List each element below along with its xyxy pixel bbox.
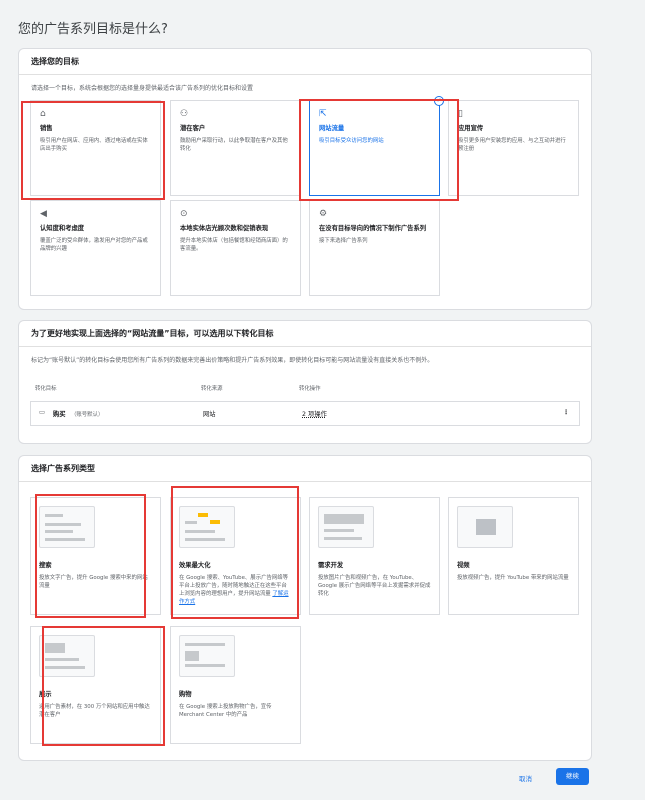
campaign-search[interactable]: 搜索 投放文字广告，提升 Google 搜索中来的网站流量: [30, 497, 161, 615]
campaign-desc: 在 Google 搜索、YouTube、展示广告网络等平台上投放广告，随时随地触…: [179, 574, 292, 606]
campaign-title: 视频: [457, 562, 470, 569]
pmax-illustration: [179, 506, 235, 548]
goal-sales[interactable]: ⌂ 销售 吸引用户在网店、应用内、通过电话或在实体店出手购买: [30, 100, 161, 196]
display-illustration: [39, 635, 95, 677]
campaign-performance-max[interactable]: 效果最大化 在 Google 搜索、YouTube、展示广告网络等平台上投放广告…: [170, 497, 301, 615]
play-icon: [476, 519, 496, 535]
table-row: ▭ 购买 （账号默认） 网站 2 项操作 ⋮: [30, 401, 580, 426]
shopping-illustration: [179, 635, 235, 677]
check-icon: ✓: [434, 96, 444, 106]
video-illustration: [457, 506, 513, 548]
column-header: 转化目标: [35, 386, 57, 392]
megaphone-icon: ◀: [40, 209, 47, 219]
goal-desc: 吸引更多用户安装您的应用、与之互动并进行预注册: [458, 138, 566, 152]
tag-icon: ⌂: [40, 109, 46, 119]
demand-gen-illustration: [318, 506, 374, 548]
goal-app-promotion[interactable]: ▯ 应用宣传 吸引更多用户安装您的应用、与之互动并进行预注册: [448, 100, 579, 196]
search-illustration: [39, 506, 95, 548]
cancel-button[interactable]: 取消: [519, 773, 532, 783]
campaign-title: 需求开发: [318, 562, 344, 569]
cursor-click-icon: ⇱: [319, 109, 327, 119]
campaign-desc: 运用广告素材，在 300 万个网站和应用中触达潜在客户: [39, 704, 150, 718]
campaign-display[interactable]: 展示 运用广告素材，在 300 万个网站和应用中触达潜在客户: [30, 626, 161, 744]
phone-icon: ▯: [458, 109, 463, 119]
goal-heading: 选择您的目标: [19, 49, 591, 75]
campaign-title: 搜索: [39, 562, 52, 569]
goal-website-traffic[interactable]: ✓ ⇱ 网站流量 吸引目标受众访问您的网站: [309, 96, 444, 196]
goal-desc: 吸引用户在网店、应用内、通过电话或在实体店出手购买: [40, 138, 148, 152]
goal-title: 在没有目标导向的情况下制作广告系列: [319, 225, 427, 232]
column-header: 转化来源: [201, 386, 223, 392]
gear-icon: ⚙: [319, 209, 328, 219]
goal-title: 潜在客户: [180, 125, 206, 132]
campaign-video[interactable]: 视频 投放视频广告，提升 YouTube 带来的网站流量: [448, 497, 579, 615]
campaign-desc: 投放图片广告和视频广告，在 YouTube、Google 展示广告网络等平台上发…: [318, 575, 431, 597]
campaign-title: 展示: [39, 691, 52, 698]
campaign-desc: 在 Google 搜索上投放购物广告，宣传 Merchant Center 中的…: [179, 704, 272, 718]
goal-title: 网站流量: [319, 125, 345, 132]
page-title: 您的广告系列目标是什么?: [18, 22, 168, 37]
goal-desc: 接下来选择广告系列: [319, 238, 368, 244]
campaign-desc: 投放文字广告，提升 Google 搜索中来的网站流量: [39, 575, 148, 589]
people-icon: ⚇: [180, 109, 189, 119]
goal-title: 销售: [40, 125, 53, 132]
goal-title: 本地实体店光顾次数和促销表现: [180, 225, 269, 232]
campaign-desc: 投放视频广告，提升 YouTube 带来的网站流量: [457, 575, 569, 581]
campaign-title: 购物: [179, 691, 192, 698]
row-source: 网站: [203, 411, 216, 418]
goal-awareness[interactable]: ◀ 认知度和考虑度 覆盖广泛的受众群体，激发用户对您的产品或品牌的兴趣: [30, 200, 161, 296]
location-pin-icon: ⊙: [180, 209, 188, 219]
column-header: 转化操作: [299, 386, 321, 392]
goal-title: 应用宣传: [458, 125, 484, 132]
conversion-heading: 为了更好地实现上面选择的“网站流量”目标，可以选用以下转化目标: [19, 321, 591, 347]
campaign-heading: 选择广告系列类型: [19, 456, 591, 482]
row-actions-link[interactable]: 2 项操作: [302, 409, 327, 418]
goal-title: 认知度和考虑度: [40, 225, 85, 232]
row-goal: 购买: [53, 411, 66, 418]
goal-leads[interactable]: ⚇ 潜在客户 鼓励用户采取行动，以此争取潜在客户及其他转化: [170, 100, 301, 196]
goal-local-store[interactable]: ⊙ 本地实体店光顾次数和促销表现 提升本地实体店（包括餐馆和经销商店面）的客流量…: [170, 200, 301, 296]
campaign-demand-gen[interactable]: 需求开发 投放图片广告和视频广告，在 YouTube、Google 展示广告网络…: [309, 497, 440, 615]
more-vert-icon[interactable]: ⋮: [563, 409, 569, 416]
row-goal-tag: （账号默认）: [71, 412, 104, 418]
goal-no-guidance[interactable]: ⚙ 在没有目标导向的情况下制作广告系列 接下来选择广告系列: [309, 200, 440, 296]
goal-desc: 覆盖广泛的受众群体，激发用户对您的产品或品牌的兴趣: [40, 238, 148, 252]
credit-card-icon: ▭: [39, 409, 45, 416]
goal-desc: 提升本地实体店（包括餐馆和经销商店面）的客流量。: [180, 238, 288, 252]
campaign-title: 效果最大化: [179, 562, 211, 569]
conversion-description: 标记为“账号默认”的转化目标会使用您所有广告系列的数据来完善出价策略和提升广告系…: [31, 357, 434, 364]
goal-desc: 吸引目标受众访问您的网站: [319, 138, 384, 144]
goal-desc: 鼓励用户采取行动，以此争取潜在客户及其他转化: [180, 138, 288, 152]
continue-button[interactable]: 继续: [556, 768, 589, 785]
campaign-shopping[interactable]: 购物 在 Google 搜索上投放购物广告，宣传 Merchant Center…: [170, 626, 301, 744]
goal-description: 请选择一个目标，系统会根据您的选择量身提供最适合该广告系列的优化目标和设置: [31, 85, 254, 92]
